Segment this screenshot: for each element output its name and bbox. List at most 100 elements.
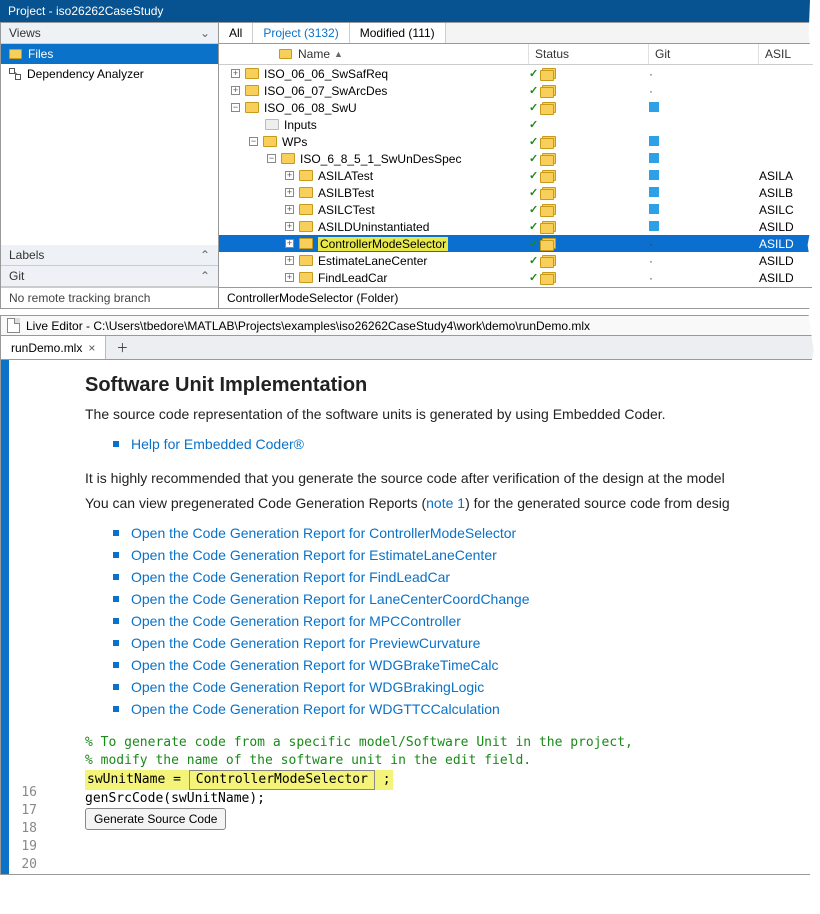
views-files-item[interactable]: Files <box>1 44 218 64</box>
sort-asc-icon: ▲ <box>334 49 343 59</box>
close-icon[interactable]: × <box>88 341 95 355</box>
expand-icon[interactable]: + <box>285 256 294 265</box>
tab-modified[interactable]: Modified (111) <box>350 23 446 43</box>
folder-stack-icon <box>540 170 556 182</box>
check-icon: ✓ <box>529 220 538 233</box>
editor-tabstrip: runDemo.mlx × ＋ <box>0 335 820 360</box>
tree-item-label: ISO_06_06_SwSafReq <box>264 67 388 81</box>
editor-tab-rundemo[interactable]: runDemo.mlx × <box>1 336 106 359</box>
tree-item-label: ASILCTest <box>318 203 375 217</box>
note-link[interactable]: note 1 <box>426 495 465 511</box>
folder-stack-icon <box>540 187 556 199</box>
folder-icon <box>299 221 313 232</box>
git-cell: · <box>649 254 759 268</box>
codegen-report-link[interactable]: Open the Code Generation Report for WDGB… <box>131 679 484 695</box>
help-embedded-coder-link[interactable]: Help for Embedded Coder® <box>131 436 304 452</box>
check-icon: ✓ <box>529 254 538 267</box>
codegen-report-link[interactable]: Open the Code Generation Report for Esti… <box>131 547 497 563</box>
tree-item-label: ISO_06_08_SwU <box>264 101 357 115</box>
check-icon: ✓ <box>529 101 538 114</box>
expand-icon[interactable]: + <box>285 222 294 231</box>
asil-cell: ASILB <box>759 186 819 200</box>
code-block[interactable]: % To generate code from a specific model… <box>85 734 813 830</box>
tree-row[interactable]: +ISO_06_07_SwArcDes✓· <box>219 82 819 99</box>
collapse-icon[interactable]: − <box>267 154 276 163</box>
live-editor-content[interactable]: Software Unit Implementation The source … <box>43 360 819 874</box>
expand-icon[interactable]: + <box>285 205 294 214</box>
expand-icon[interactable]: + <box>231 69 240 78</box>
tree-row[interactable]: −ISO_6_8_5_1_SwUnDesSpec✓ <box>219 150 819 167</box>
codegen-report-link[interactable]: Open the Code Generation Report for WDGB… <box>131 657 499 673</box>
tree-item-label: ASILATest <box>318 169 373 183</box>
codegen-report-link[interactable]: Open the Code Generation Report for Find… <box>131 569 450 585</box>
folder-stack-icon <box>540 204 556 216</box>
tree-row[interactable]: − ISO_06_08_SwU ✓ <box>219 99 819 116</box>
tree-row[interactable]: +ASILATest✓ASILA <box>219 167 819 184</box>
git-panel-header[interactable]: Git⌃ <box>1 266 218 287</box>
col-status[interactable]: Status <box>529 44 649 64</box>
tree-row[interactable]: −WPs✓ <box>219 133 819 150</box>
project-tree[interactable]: + ISO_06_06_SwSafReq ✓ · + ISO_06_07_SwArcDes… <box>219 65 819 287</box>
status-cell: ✓ <box>529 152 649 165</box>
expand-icon[interactable]: + <box>285 188 294 197</box>
tree-item-label: EstimateLaneCenter <box>318 254 427 268</box>
tree-row[interactable]: Inputs✓ <box>219 116 819 133</box>
asil-cell: ASILC <box>759 203 819 217</box>
project-titlebar: Project - iso26262CaseStudy <box>0 0 820 22</box>
views-dependency-item[interactable]: Dependency Analyzer <box>1 64 218 84</box>
labels-panel-header[interactable]: Labels⌃ <box>1 245 218 266</box>
tree-row[interactable]: + ASILCTest ✓ ASILC <box>219 201 819 218</box>
paragraph: The source code representation of the so… <box>85 405 813 425</box>
col-git[interactable]: Git <box>649 44 759 64</box>
git-cell <box>649 186 759 200</box>
swunitname-edit-field[interactable]: ControllerModeSelector <box>189 770 375 790</box>
folder-icon <box>299 204 313 215</box>
collapse-icon[interactable]: − <box>249 137 258 146</box>
codegen-report-link[interactable]: Open the Code Generation Report for Prev… <box>131 635 480 651</box>
dependency-icon <box>9 68 21 80</box>
tree-row[interactable]: +FindLeadCar✓·ASILD <box>219 269 819 286</box>
new-tab-button[interactable]: ＋ <box>106 336 138 359</box>
tab-project[interactable]: Project (3132) <box>253 23 349 43</box>
expand-icon[interactable]: + <box>285 171 294 180</box>
col-name[interactable]: Name ▲ <box>219 44 529 64</box>
codegen-report-link[interactable]: Open the Code Generation Report for MPCC… <box>131 613 461 629</box>
check-icon: ✓ <box>529 152 538 165</box>
git-cell: · <box>649 271 759 285</box>
status-cell: ✓ <box>529 67 649 80</box>
tree-row[interactable]: +ASILBTest✓ASILB <box>219 184 819 201</box>
check-icon: ✓ <box>529 271 538 284</box>
tree-row[interactable]: +ControllerModeSelector✓·ASILD <box>219 235 819 252</box>
folder-stack-icon <box>540 102 556 114</box>
document-icon <box>7 318 20 333</box>
tree-item-label: ASILDUninstantiated <box>318 220 429 234</box>
tab-all[interactable]: All <box>219 23 253 43</box>
expand-icon[interactable]: + <box>231 86 240 95</box>
generate-source-code-button[interactable]: Generate Source Code <box>85 808 226 830</box>
tree-row[interactable]: +ASILDUninstantiated✓ASILD <box>219 218 819 235</box>
codegen-report-link[interactable]: Open the Code Generation Report for Cont… <box>131 525 516 541</box>
check-icon: ✓ <box>529 203 538 216</box>
asil-cell: ASILD <box>759 237 819 251</box>
check-icon: ✓ <box>529 237 538 250</box>
expand-icon[interactable]: + <box>285 239 294 248</box>
collapse-icon[interactable]: − <box>231 103 240 112</box>
codegen-report-link[interactable]: Open the Code Generation Report for Lane… <box>131 591 529 607</box>
git-cell: · <box>649 237 759 251</box>
check-icon: ✓ <box>529 118 538 131</box>
folder-stack-icon <box>540 221 556 233</box>
folder-icon <box>279 49 292 59</box>
views-panel-header[interactable]: Views⌄ <box>1 23 218 44</box>
codegen-report-link[interactable]: Open the Code Generation Report for WDGT… <box>131 701 500 717</box>
tree-row[interactable]: +EstimateLaneCenter✓·ASILD <box>219 252 819 269</box>
col-asil[interactable]: ASIL <box>759 44 819 64</box>
tree-item-label: ISO_06_07_SwArcDes <box>264 84 387 98</box>
folder-stack-icon <box>540 153 556 165</box>
status-cell: ✓ <box>529 237 649 250</box>
expand-icon[interactable]: + <box>285 273 294 282</box>
tree-row[interactable]: +ISO_06_06_SwSafReq✓· <box>219 65 819 82</box>
chevron-up-icon: ⌃ <box>200 248 210 262</box>
folder-icon <box>265 119 279 130</box>
git-dot-icon: · <box>649 254 653 268</box>
git-dot-icon: · <box>649 271 653 285</box>
